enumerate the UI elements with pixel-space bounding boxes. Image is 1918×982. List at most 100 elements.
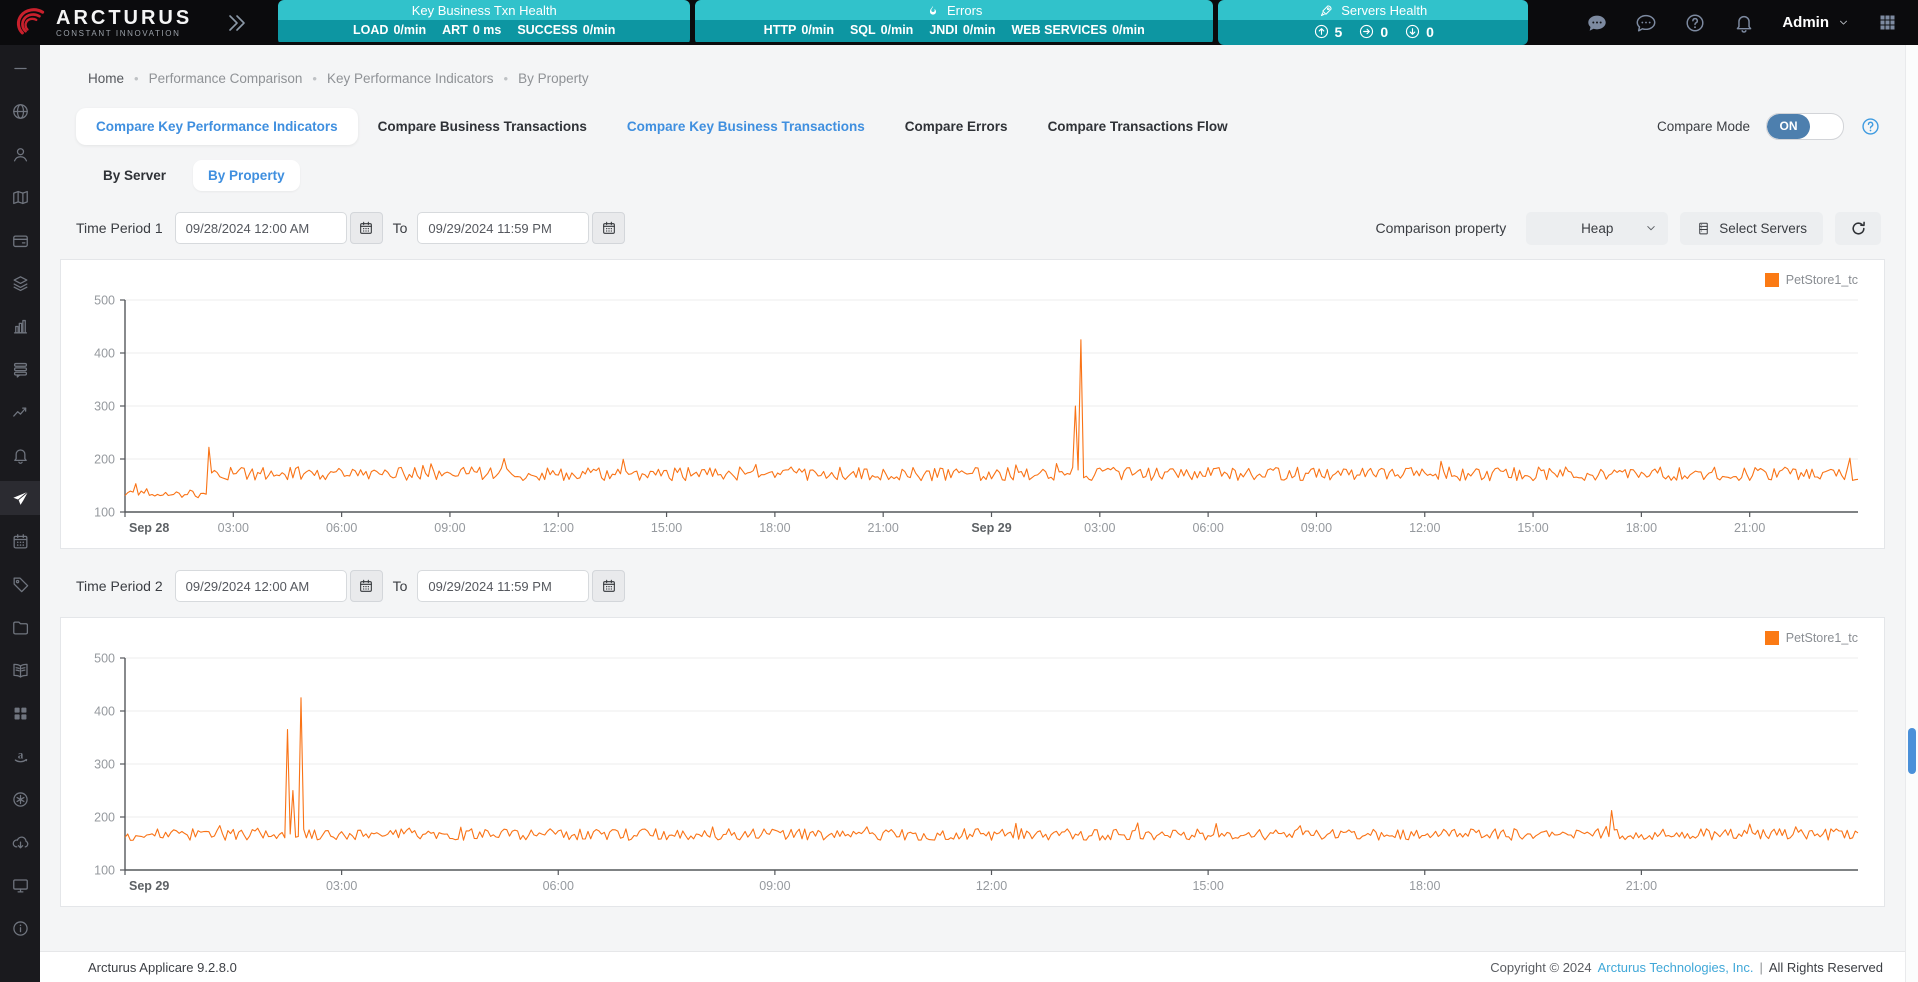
- sidebar-item-map[interactable]: [0, 180, 40, 214]
- period2-from-input[interactable]: [174, 570, 347, 602]
- user-name: Admin: [1782, 14, 1829, 31]
- tab-compare-key-business-transactions[interactable]: Compare Key Business Transactions: [607, 108, 885, 145]
- sidebar-item-monitor[interactable]: [0, 868, 40, 902]
- svg-text:200: 200: [94, 811, 115, 825]
- chart-legend[interactable]: PetStore1_tc: [73, 264, 1872, 290]
- user-icon: [11, 145, 30, 164]
- sidebar-item-menu[interactable]: [0, 51, 40, 85]
- rights-text: All Rights Reserved: [1768, 959, 1883, 975]
- tag-icon: [11, 575, 30, 594]
- breadcrumb-kpi[interactable]: Key Performance Indicators: [302, 71, 494, 86]
- widget-servers-health[interactable]: Servers Health 500: [1218, 0, 1529, 45]
- svg-text:15:00: 15:00: [1517, 521, 1548, 535]
- sidebar-item-database[interactable]: [0, 352, 40, 386]
- copyright-text: Copyright © 2024: [1490, 959, 1592, 975]
- subtab-by-server[interactable]: By Server: [88, 160, 181, 191]
- legend-swatch: [1764, 273, 1779, 287]
- footer: Arcturus Applicare 9.2.8.0 Copyright © 2…: [40, 951, 1905, 982]
- metric-http: HTTP 0/min: [763, 23, 834, 37]
- bar-chart-icon: [11, 317, 30, 336]
- tab-compare-key-performance-indicators[interactable]: Compare Key Performance Indicators: [76, 107, 358, 145]
- compare-mode-toggle[interactable]: ON: [1766, 112, 1844, 140]
- svg-text:03:00: 03:00: [1084, 521, 1115, 535]
- scrollbar-thumb[interactable]: [1908, 728, 1916, 774]
- flame-icon: [926, 4, 940, 18]
- folder-icon: [11, 618, 30, 637]
- compare-tabs: Compare Key Performance Indicators Compa…: [76, 106, 1881, 146]
- widget-errors[interactable]: Errors HTTP 0/min SQL 0/min JNDI 0/min WEB SER…: [695, 0, 1214, 45]
- comparison-property-select[interactable]: Heap: [1526, 211, 1669, 245]
- sidebar-item-cloud-download[interactable]: [0, 825, 40, 859]
- period2-from-calendar-button[interactable]: [349, 570, 383, 602]
- sidebar-item-calendar[interactable]: [0, 524, 40, 558]
- rocket-icon: [1319, 3, 1334, 18]
- sidebar-item-bell[interactable]: [0, 438, 40, 472]
- brand-swirl-icon: [16, 7, 45, 34]
- legend-label: PetStore1_tc: [1785, 273, 1858, 287]
- user-menu[interactable]: Admin: [1782, 14, 1850, 31]
- amazon-icon: a: [11, 747, 30, 766]
- subtab-by-property[interactable]: By Property: [193, 160, 300, 191]
- widget-key-business-txn-health[interactable]: Key Business Txn Health LOAD 0/min ART 0 ms…: [278, 0, 691, 45]
- comparison-controls: Comparison property Heap Select Servers: [1375, 211, 1881, 245]
- refresh-button[interactable]: [1835, 211, 1881, 245]
- svg-text:06:00: 06:00: [543, 879, 574, 893]
- compare-mode-help-icon[interactable]: [1860, 116, 1881, 137]
- sidebar-item-gear[interactable]: [0, 782, 40, 816]
- svg-text:09:00: 09:00: [434, 521, 465, 535]
- period2-to-calendar-button[interactable]: [592, 570, 626, 602]
- svg-text:21:00: 21:00: [868, 521, 899, 535]
- company-link[interactable]: Arcturus Technologies, Inc.: [1598, 960, 1754, 975]
- sidebar-item-tag[interactable]: [0, 567, 40, 601]
- sidebar-item-info[interactable]: [0, 911, 40, 945]
- breadcrumb-home[interactable]: Home: [88, 71, 124, 86]
- sidebar-item-trend-line[interactable]: [0, 395, 40, 429]
- sidebar-item-wallet[interactable]: [0, 223, 40, 257]
- brand-logo[interactable]: ARCTURUS CONSTANT INNOVATION: [12, 5, 192, 41]
- chevron-down-icon: [1837, 16, 1850, 29]
- period1-to-calendar-button[interactable]: [592, 212, 626, 244]
- time-period-2-row: Time Period 2 To: [76, 569, 1881, 603]
- chart-legend[interactable]: PetStore1_tc: [73, 622, 1872, 648]
- sidebar-item-grid[interactable]: [0, 696, 40, 730]
- sidebar-item-globe[interactable]: [0, 94, 40, 128]
- svg-text:09:00: 09:00: [759, 879, 790, 893]
- calendar-icon: [358, 220, 374, 236]
- apps-grid-icon[interactable]: [1877, 12, 1898, 33]
- collapse-sidebar-icon[interactable]: [224, 11, 248, 35]
- period1-from-input[interactable]: [174, 212, 347, 244]
- metric-art: ART 0 ms: [442, 23, 502, 37]
- sidebar-item-paper-plane[interactable]: [0, 481, 40, 515]
- sidebar-item-book[interactable]: [0, 653, 40, 687]
- help-icon[interactable]: [1684, 12, 1706, 34]
- select-servers-button[interactable]: Select Servers: [1680, 211, 1823, 245]
- period1-to-input[interactable]: [417, 212, 590, 244]
- feedback-chat-icon[interactable]: [1586, 12, 1608, 34]
- heap-comparison-chart-period-1[interactable]: 100 200 300 400 500 Sep 28 03:00 06:00 09:00 12:0…: [73, 290, 1872, 546]
- messages-chat-icon[interactable]: [1635, 12, 1657, 34]
- notifications-bell-icon[interactable]: [1733, 12, 1755, 34]
- toggle-on-state: ON: [1767, 113, 1810, 139]
- vertical-scrollbar[interactable]: [1905, 45, 1918, 982]
- metric-success: SUCCESS 0/min: [517, 23, 616, 37]
- sidebar-item-folder[interactable]: [0, 610, 40, 644]
- svg-text:12:00: 12:00: [543, 521, 574, 535]
- breadcrumb-performance-comparison[interactable]: Performance Comparison: [124, 71, 303, 86]
- bell-icon: [11, 446, 30, 465]
- tab-compare-errors[interactable]: Compare Errors: [885, 108, 1028, 145]
- tab-compare-business-transactions[interactable]: Compare Business Transactions: [358, 108, 607, 145]
- sidebar-item-user[interactable]: [0, 137, 40, 171]
- tab-compare-transactions-flow[interactable]: Compare Transactions Flow: [1028, 108, 1248, 145]
- database-icon: [11, 360, 30, 379]
- svg-text:500: 500: [94, 652, 115, 666]
- period2-to-input[interactable]: [417, 570, 590, 602]
- sidebar-item-layers[interactable]: [0, 266, 40, 300]
- svg-text:100: 100: [94, 864, 115, 878]
- time-period-1-row: Time Period 1 To Comparison property Hea…: [76, 211, 1881, 245]
- period1-from-calendar-button[interactable]: [349, 212, 383, 244]
- svg-text:18:00: 18:00: [1626, 521, 1657, 535]
- heap-comparison-chart-period-2[interactable]: 100 200 300 400 500 Sep 29 03:00 06:00 09:00 12:0…: [73, 648, 1872, 904]
- svg-text:03:00: 03:00: [326, 879, 357, 893]
- sidebar-item-amazon[interactable]: a: [0, 739, 40, 773]
- sidebar-item-bar-chart[interactable]: [0, 309, 40, 343]
